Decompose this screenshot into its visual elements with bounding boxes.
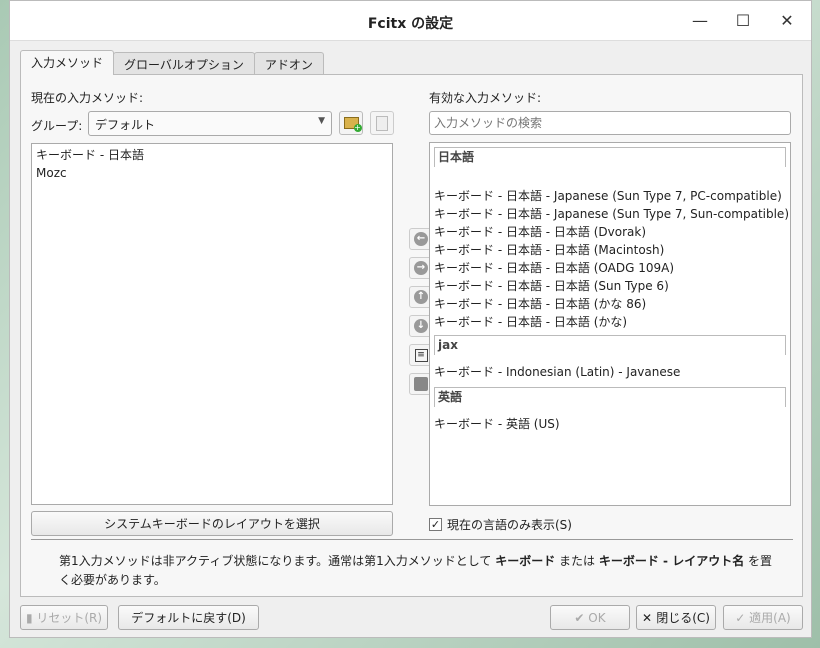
only-current-lang-checkbox[interactable]: ✓ 現在の言語のみ表示(S) (429, 516, 572, 533)
available-im-heading: 有効な入力メソッド: (429, 91, 542, 105)
folder-add-icon: + (343, 117, 362, 132)
arrow-right-icon: → (414, 261, 428, 275)
list-item[interactable]: キーボード - 日本語 - 日本語 (かな 86) (430, 295, 790, 313)
list-item[interactable]: キーボード - 日本語 - 日本語 (Macintosh) (430, 241, 790, 259)
reset-button[interactable]: ▮ リセット(R) (20, 605, 108, 630)
only-current-lang-label: 現在の言語のみ表示(S) (447, 518, 572, 532)
list-item[interactable]: Mozc (32, 164, 392, 182)
minimize-button[interactable]: — (690, 11, 710, 31)
maximize-button[interactable]: ☐ (733, 11, 753, 31)
group-header: 日本語 (434, 147, 786, 167)
list-item[interactable]: キーボード - 日本語 - 日本語 (Sun Type 6) (430, 277, 790, 295)
list-item[interactable]: キーボード - 日本語 - Japanese (Sun Type 7, Sun-… (430, 205, 790, 223)
brush-icon: ▮ (25, 611, 37, 625)
tab-addons[interactable]: アドオン (253, 52, 324, 75)
list-item[interactable]: キーボード - 英語 (US) (430, 415, 790, 433)
add-group-button[interactable]: + (339, 111, 363, 135)
arrow-left-icon: ← (414, 232, 428, 246)
trash-icon (376, 115, 388, 131)
restore-defaults-button[interactable]: デフォルトに戻す(D) (118, 605, 259, 630)
ok-button[interactable]: ✔ OK (550, 605, 630, 630)
group-header: 英語 (434, 387, 786, 407)
select-system-layout-button[interactable]: システムキーボードのレイアウトを選択 (31, 511, 393, 536)
available-im-list[interactable]: 日本語 キーボード - 日本語 - Japanese (Sun Type 7, … (429, 142, 791, 506)
current-im-heading: 現在の入力メソッド: (31, 91, 144, 105)
close-x-icon: ✕ (642, 611, 657, 625)
tab-panel: 現在の入力メソッド: グループ: デフォルト ▼ + キーボード - 日本語 M… (20, 74, 803, 597)
keyboard-icon (414, 377, 428, 391)
delete-group-button[interactable] (370, 111, 394, 135)
list-item[interactable]: キーボード - 日本語 - Japanese (Sun Type 7, PC-c… (430, 187, 790, 205)
checkmark-icon: ✓ (735, 611, 750, 625)
checkbox-checked-icon: ✓ (429, 518, 442, 531)
ok-icon: ✔ (574, 611, 589, 625)
info-bold: キーボード (495, 554, 556, 568)
list-item[interactable]: キーボード - 日本語 - 日本語 (かな) (430, 313, 790, 331)
title-bar: Fcitx の設定 — ☐ ✕ (10, 1, 811, 41)
fcitx-settings-window: Fcitx の設定 — ☐ ✕ 入力メソッド グローバルオプション アドオン 現… (9, 0, 812, 638)
close-button[interactable]: ✕ 閉じる(C) (636, 605, 716, 630)
tab-global-options[interactable]: グローバルオプション (113, 52, 255, 75)
group-select[interactable]: デフォルト ▼ (88, 111, 332, 136)
ok-label: OK (588, 611, 606, 625)
group-header: jax (434, 335, 786, 355)
chevron-down-icon: ▼ (318, 116, 325, 126)
info-text: または (555, 554, 599, 568)
info-bold: キーボード - レイアウト名 (598, 554, 745, 568)
tab-input-method[interactable]: 入力メソッド (20, 50, 115, 75)
list-item[interactable]: キーボード - Indonesian (Latin) - Javanese (430, 363, 790, 381)
close-label: 閉じる(C) (656, 611, 710, 625)
info-message: 第1入力メソッドは非アクティブ状態になります。通常は第1入力メソッドとして キー… (59, 552, 779, 590)
list-config-icon: ≡ (414, 348, 428, 362)
apply-label: 適用(A) (749, 611, 791, 625)
arrow-down-icon: ↓ (414, 319, 428, 333)
list-item[interactable]: キーボード - 日本語 - 日本語 (OADG 109A) (430, 259, 790, 277)
list-item[interactable]: キーボード - 日本語 - 日本語 (Dvorak) (430, 223, 790, 241)
close-window-button[interactable]: ✕ (777, 11, 797, 31)
list-item[interactable]: キーボード - 日本語 (32, 146, 392, 164)
divider (31, 539, 793, 540)
tab-bar: 入力メソッド グローバルオプション アドオン (20, 50, 324, 75)
info-text: 第1入力メソッドは非アクティブ状態になります。通常は第1入力メソッドとして (59, 554, 496, 568)
apply-button[interactable]: ✓ 適用(A) (723, 605, 803, 630)
search-input[interactable] (429, 111, 791, 135)
arrow-up-icon: ↑ (414, 290, 428, 304)
reset-label: リセット(R) (36, 611, 103, 625)
group-label: グループ: (31, 119, 83, 133)
current-im-list[interactable]: キーボード - 日本語 Mozc (31, 143, 393, 505)
group-select-value: デフォルト (95, 118, 156, 132)
